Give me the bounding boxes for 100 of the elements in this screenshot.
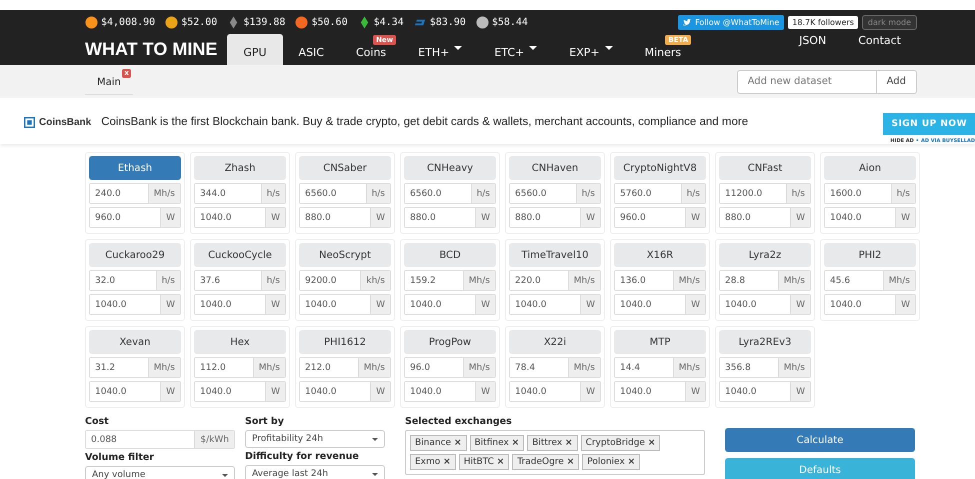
nav-tab[interactable]: ETC+ — [478, 46, 554, 65]
hashrate-field[interactable]: 112.0 Mh/s — [194, 357, 286, 378]
hashrate-field[interactable]: 240.0 Mh/s — [89, 183, 181, 204]
hashrate-field[interactable]: 159.2 Mh/s — [404, 270, 496, 291]
exchange-tag[interactable]: Poloniex × — [582, 454, 640, 470]
algorithm-toggle[interactable]: CNHaven — [509, 156, 601, 180]
nav-tab[interactable]: ETH+ — [402, 46, 478, 65]
nav-link[interactable]: Contact — [842, 34, 917, 53]
algorithm-toggle[interactable]: Aion — [824, 156, 916, 180]
nav-tab[interactable]: ASIC — [282, 46, 340, 65]
add-button[interactable]: Add — [876, 70, 917, 94]
algorithm-toggle[interactable]: CuckooCycle — [194, 243, 286, 267]
hashrate-field[interactable]: 96.0 Mh/s — [404, 357, 496, 378]
power-field[interactable]: 1040.0 W — [614, 381, 706, 402]
nav-link[interactable]: JSON — [783, 34, 842, 53]
power-field[interactable]: 880.0 W — [404, 207, 496, 228]
power-field[interactable]: 1040.0 W — [824, 207, 916, 228]
hashrate-field[interactable]: 31.2 Mh/s — [89, 357, 181, 378]
coin-price: $58.44 — [492, 16, 528, 28]
algorithm-toggle[interactable]: Lyra2z — [719, 243, 811, 267]
exchange-tag[interactable]: HitBTC × — [458, 454, 510, 470]
volume-filter-label: Volume filter — [85, 452, 155, 463]
hashrate-field[interactable]: 1600.0 h/s — [824, 183, 916, 204]
hashrate-field[interactable]: 45.6 Mh/s — [824, 270, 916, 291]
power-field[interactable]: 880.0 W — [299, 207, 391, 228]
power-field[interactable]: 1040.0 W — [194, 207, 286, 228]
hashrate-field[interactable]: 6560.0 h/s — [509, 183, 601, 204]
hashrate-field[interactable]: 5760.0 h/s — [614, 183, 706, 204]
power-field[interactable]: 880.0 W — [719, 207, 811, 228]
bird-icon — [683, 18, 692, 26]
algorithm-toggle[interactable]: PHI1612 — [299, 330, 391, 354]
difficulty-select[interactable]: Average last 24h — [245, 465, 385, 479]
exchange-tag[interactable]: Bittrex × — [527, 435, 578, 451]
algorithm-toggle[interactable]: TimeTravel10 — [509, 243, 601, 267]
power-field[interactable]: 1040.0 W — [194, 294, 286, 315]
sort-by-select[interactable]: Profitability 24h — [245, 430, 385, 448]
power-field[interactable]: 1040.0 W — [404, 294, 496, 315]
exchange-tag[interactable]: TradeOgre × — [512, 454, 580, 470]
algorithm-toggle[interactable]: Cuckaroo29 — [89, 243, 181, 267]
algorithm-toggle[interactable]: NeoScrypt — [299, 243, 391, 267]
nav-tab[interactable]: GPU — [227, 34, 283, 65]
power-field[interactable]: 1040.0 W — [404, 381, 496, 402]
algorithm-toggle[interactable]: Zhash — [194, 156, 286, 180]
hashrate-field[interactable]: 78.4 Mh/s — [509, 357, 601, 378]
hashrate-field[interactable]: 28.8 Mh/s — [719, 270, 811, 291]
exchange-tag[interactable]: Exmo × — [410, 454, 456, 470]
nav-tab[interactable]: Coins — [340, 46, 402, 65]
hashrate-field[interactable]: 11200.0 h/s — [719, 183, 811, 204]
algorithm-toggle[interactable]: CNFast — [719, 156, 811, 180]
hashrate-field[interactable]: 136.0 Mh/s — [614, 270, 706, 291]
algorithm-toggle[interactable]: CryptoNightV8 — [614, 156, 706, 180]
algorithm-toggle[interactable]: CNSaber — [299, 156, 391, 180]
hashrate-field[interactable]: 6560.0 h/s — [299, 183, 391, 204]
ad-logo[interactable]: CoinsBank — [24, 116, 92, 128]
algorithm-toggle[interactable]: PHI2 — [824, 243, 916, 267]
hashrate-field[interactable]: 220.0 Mh/s — [509, 270, 601, 291]
power-field[interactable]: 1040.0 W — [299, 381, 391, 402]
algorithm-toggle[interactable]: Lyra2REv3 — [719, 330, 811, 354]
algorithm-toggle[interactable]: Ethash — [89, 156, 181, 180]
algorithm-toggle[interactable]: CNHeavy — [404, 156, 496, 180]
nav-tab[interactable]: EXP+ — [553, 46, 629, 65]
exchange-tag[interactable]: CryptoBridge × — [580, 435, 660, 451]
hashrate-field[interactable]: 9200.0 kh/s — [299, 270, 391, 291]
hashrate-field[interactable]: 344.0 h/s — [194, 183, 286, 204]
nav-tab[interactable]: Miners — [628, 46, 698, 65]
hashrate-field[interactable]: 6560.0 h/s — [404, 183, 496, 204]
power-field[interactable]: 1040.0 W — [719, 381, 811, 402]
power-field[interactable]: 960.0 W — [89, 207, 181, 228]
algorithm-toggle[interactable]: Hex — [194, 330, 286, 354]
hashrate-field[interactable]: 14.4 Mh/s — [614, 357, 706, 378]
algorithm-toggle[interactable]: X22i — [509, 330, 601, 354]
power-field[interactable]: 1040.0 W — [89, 294, 181, 315]
power-field[interactable]: 880.0 W — [509, 207, 601, 228]
power-field[interactable]: 1040.0 W — [194, 381, 286, 402]
cost-field[interactable]: 0.088 $/kWh — [85, 430, 235, 449]
algorithm-toggle[interactable]: Xevan — [89, 330, 181, 354]
hashrate-field[interactable]: 32.0 h/s — [89, 270, 181, 291]
hashrate-field[interactable]: 356.8 Mh/s — [719, 357, 811, 378]
volume-filter-select[interactable]: Any volume — [85, 466, 235, 479]
power-field[interactable]: 1040.0 W — [89, 381, 181, 402]
hashrate-field[interactable]: 37.6 h/s — [194, 270, 286, 291]
exchange-tag[interactable]: Bitfinex × — [470, 435, 524, 451]
power-field[interactable]: 1040.0 W — [509, 294, 601, 315]
power-field[interactable]: 1040.0 W — [719, 294, 811, 315]
calculate-button[interactable]: Calculate — [725, 428, 915, 452]
algorithm-toggle[interactable]: X16R — [614, 243, 706, 267]
power-field[interactable]: 1040.0 W — [824, 294, 916, 315]
exchanges-field[interactable]: Binance × Bitfinex × Bittrex × CryptoBridge × Exmo × HitBTC × TradeOgre × Poloniex × — [405, 430, 705, 475]
algorithm-toggle[interactable]: MTP — [614, 330, 706, 354]
dark-mode-button[interactable]: dark mode — [862, 14, 917, 30]
power-field[interactable]: 1040.0 W — [614, 294, 706, 315]
exchange-tag[interactable]: Binance × — [410, 435, 466, 451]
power-field[interactable]: 1040.0 W — [299, 294, 391, 315]
algorithm-toggle[interactable]: BCD — [404, 243, 496, 267]
site-logo[interactable]: WHAT TO MINE — [85, 39, 218, 60]
power-field[interactable]: 960.0 W — [614, 207, 706, 228]
dataset-name-field[interactable]: Add new dataset — [736, 70, 877, 94]
algorithm-toggle[interactable]: ProgPow — [404, 330, 496, 354]
hashrate-field[interactable]: 212.0 Mh/s — [299, 357, 391, 378]
power-field[interactable]: 1040.0 W — [509, 381, 601, 402]
